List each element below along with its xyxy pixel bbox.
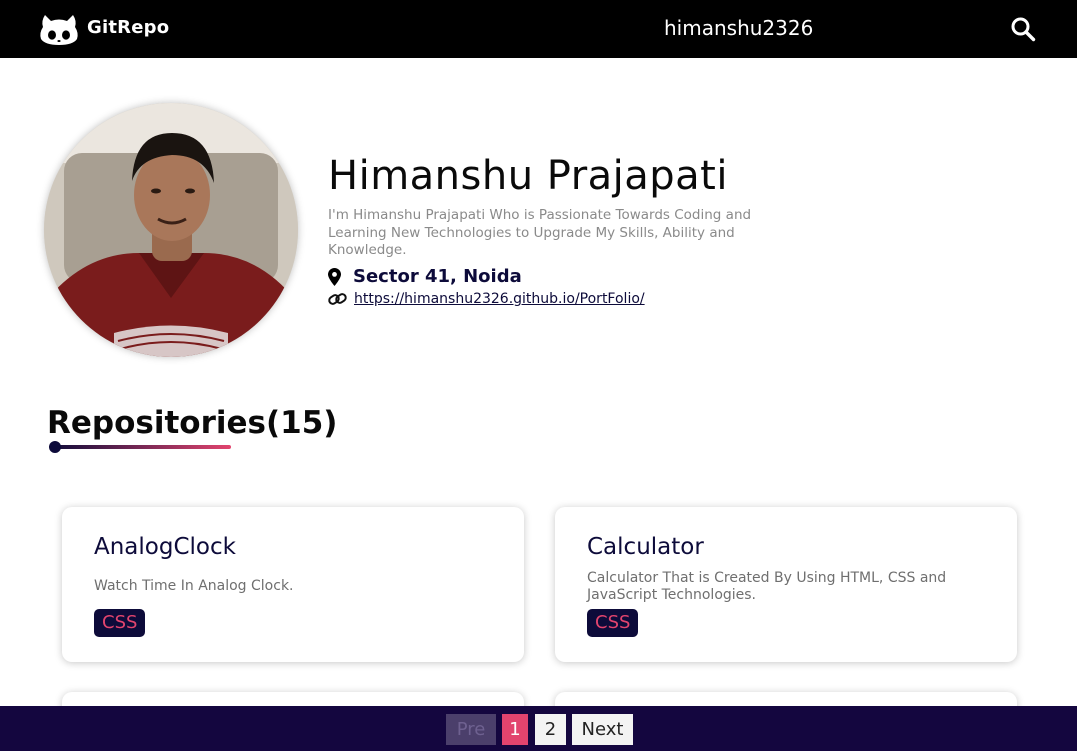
repo-name[interactable]: Calculator xyxy=(587,534,704,560)
brand-name[interactable]: GitRepo xyxy=(87,17,169,38)
profile-name: Himanshu Prajapati xyxy=(328,153,728,199)
link-icon xyxy=(328,293,347,305)
next-page-button[interactable]: Next xyxy=(572,714,633,745)
prev-page-button[interactable]: Pre xyxy=(446,714,496,745)
repo-name[interactable]: AnalogClock xyxy=(94,534,236,560)
heading-underline xyxy=(50,445,231,449)
repo-card[interactable]: AnalogClock Watch Time In Analog Clock. … xyxy=(62,507,524,662)
location-text: Sector 41, Noida xyxy=(353,266,522,287)
heading-underline-dot xyxy=(49,441,61,453)
language-badge: CSS xyxy=(587,609,639,637)
search-icon[interactable] xyxy=(1010,16,1036,42)
nav-username: himanshu2326 xyxy=(664,16,814,40)
github-octocat-icon[interactable] xyxy=(39,13,79,45)
page-2-button[interactable]: 2 xyxy=(535,714,566,745)
avatar-portrait xyxy=(44,103,298,357)
pagination-bar: Pre 1 2 Next xyxy=(0,706,1077,751)
repo-description: Calculator That is Created By Using HTML… xyxy=(587,570,947,603)
profile-location: Sector 41, Noida xyxy=(328,266,522,287)
profile-website: https://himanshu2326.github.io/PortFolio… xyxy=(328,291,645,307)
page-1-button[interactable]: 1 xyxy=(502,714,528,745)
profile-bio: I'm Himanshu Prajapati Who is Passionate… xyxy=(328,207,752,258)
repo-card[interactable]: Calculator Calculator That is Created By… xyxy=(555,507,1017,662)
profile-avatar xyxy=(44,103,298,357)
repo-description: Watch Time In Analog Clock. xyxy=(94,578,294,594)
repositories-heading: Repositories(15) xyxy=(47,405,338,441)
language-badge: CSS xyxy=(94,609,146,637)
top-nav-bar: GitRepo himanshu2326 xyxy=(0,0,1077,58)
map-pin-icon xyxy=(328,267,341,286)
website-link[interactable]: https://himanshu2326.github.io/PortFolio… xyxy=(354,291,645,307)
